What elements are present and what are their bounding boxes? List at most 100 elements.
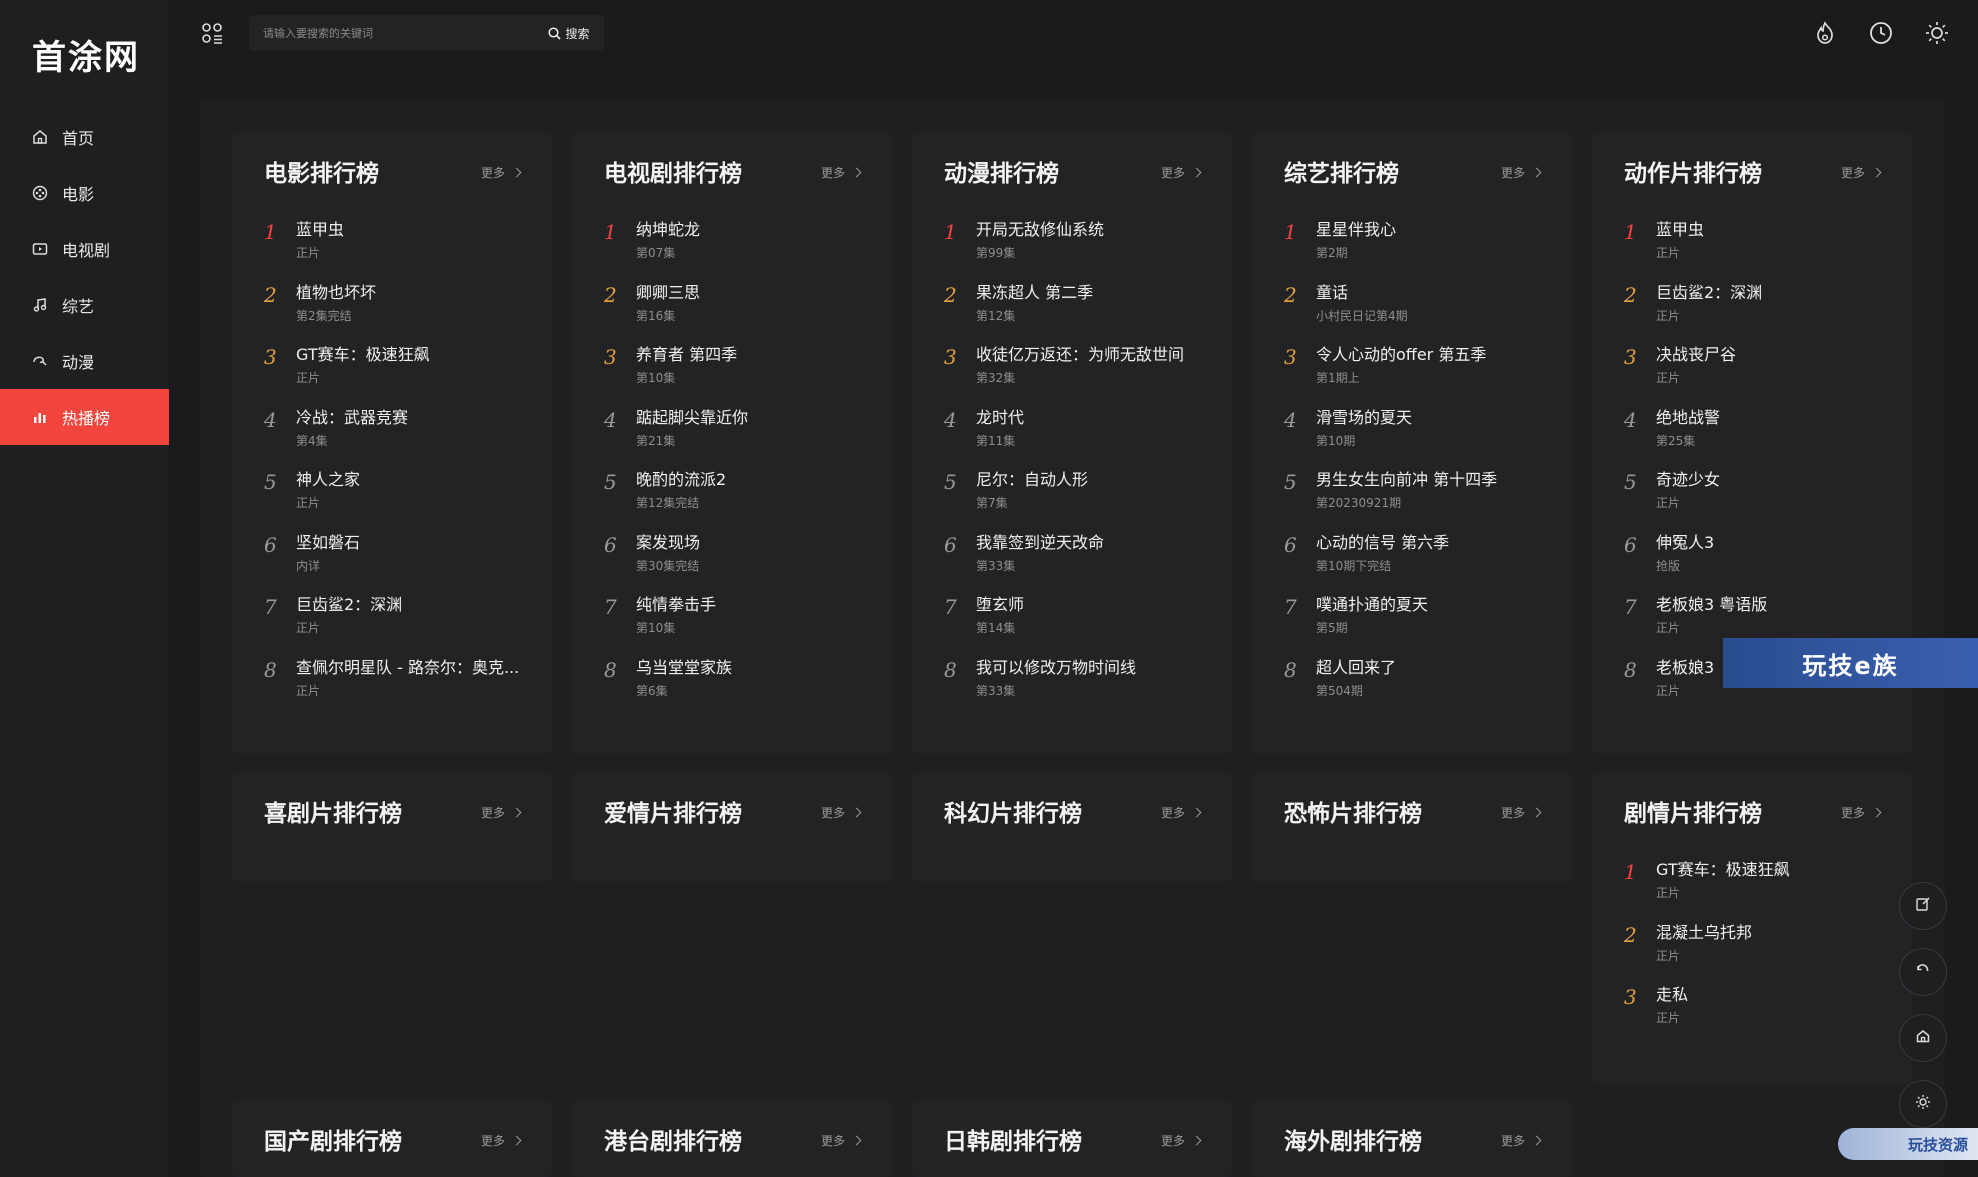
card-title: 综艺排行榜 [1284,161,1399,187]
list-item[interactable]: 4 踮起脚尖靠近你 第21集 [604,404,874,467]
edit-button[interactable] [1899,882,1947,930]
list-item[interactable]: 8 乌当堂堂家族 第6集 [604,654,874,717]
list-item[interactable]: 7 巨齿鲨2：深渊 正片 [264,591,534,654]
more-link[interactable]: 更多 [1501,804,1542,821]
refresh-button[interactable] [1899,948,1947,996]
list-item[interactable]: 7 堕玄师 第14集 [944,591,1214,654]
chart-icon [32,409,48,425]
list-item[interactable]: 2 植物也坏坏 第2集完结 [264,279,534,342]
card-title: 剧情片排行榜 [1624,801,1762,827]
list-item[interactable]: 3 决战丧尸谷 正片 [1624,341,1894,404]
card-title: 电视剧排行榜 [604,161,742,187]
list-item[interactable]: 5 晚酌的流派2 第12集完结 [604,466,874,529]
chevron-right-icon [851,807,862,818]
more-link[interactable]: 更多 [481,804,522,821]
nav-item-variety[interactable]: 综艺 [0,277,169,333]
more-link[interactable]: 更多 [1501,1132,1542,1149]
film-icon [32,185,48,201]
nav-item-label: 动漫 [62,353,95,372]
theme-toggle-button[interactable] [1899,1080,1947,1128]
card-title: 港台剧排行榜 [604,1129,742,1155]
ranking-card: 海外剧排行榜 更多 [1252,1100,1572,1177]
more-link[interactable]: 更多 [481,164,522,181]
list-item[interactable]: 3 走私 正片 [1624,981,1894,1044]
category-grid-icon[interactable] [200,21,224,45]
home-button[interactable] [1899,1014,1947,1062]
more-link[interactable]: 更多 [1161,164,1202,181]
list-item[interactable]: 1 纳坤蛇龙 第07集 [604,216,874,279]
list-item[interactable]: 2 果冻超人 第二季 第12集 [944,279,1214,342]
chevron-right-icon [1871,167,1882,178]
list-item[interactable]: 2 卿卿三思 第16集 [604,279,874,342]
main-content: 电影排行榜 更多 1 蓝甲虫 正片 2 植物也坏坏 第2集完结 3 GT赛车：极速狂飙 正片… [200,100,1945,1177]
list-item[interactable]: 2 巨齿鲨2：深渊 正片 [1624,279,1894,342]
chevron-right-icon [1191,1135,1202,1146]
nav-item-movie[interactable]: 电影 [0,165,169,221]
list-item[interactable]: 2 童话 小村民日记第4期 [1284,279,1554,342]
more-link[interactable]: 更多 [821,1132,862,1149]
list-item[interactable]: 3 收徒亿万返还：为师无敌世间 第32集 [944,341,1214,404]
list-item[interactable]: 4 龙时代 第11集 [944,404,1214,467]
chevron-right-icon [511,1135,522,1146]
list-item[interactable]: 7 纯情拳击手 第10集 [604,591,874,654]
ranking-card: 综艺排行榜 更多 1 星星伴我心 第2期 2 童话 小村民日记第4期 3 令人心动的off… [1252,132,1572,754]
nav-item-anime[interactable]: 动漫 [0,333,169,389]
list-item[interactable]: 3 养育者 第四季 第10集 [604,341,874,404]
more-link[interactable]: 更多 [1841,804,1882,821]
ranking-card: 剧情片排行榜 更多 1 GT赛车：极速狂飙 正片 2 混凝土乌托邦 正片 3 走私 正片 [1592,772,1912,1084]
list-item[interactable]: 6 伸冤人3 抢版 [1624,529,1894,592]
chevron-right-icon [851,167,862,178]
list-item[interactable]: 3 GT赛车：极速狂飙 正片 [264,341,534,404]
ranking-list: 1 蓝甲虫 正片 2 植物也坏坏 第2集完结 3 GT赛车：极速狂飙 正片 4 冷战：武器竞赛… [264,216,534,716]
fire-icon[interactable] [1810,18,1840,48]
list-item[interactable]: 1 开局无敌修仙系统 第99集 [944,216,1214,279]
list-item[interactable]: 3 令人心动的offer 第五季 第1期上 [1284,341,1554,404]
site-logo[interactable]: 首涂网 [32,30,140,79]
list-item[interactable]: 8 我可以修改万物时间线 第33集 [944,654,1214,717]
list-item[interactable]: 6 坚如磐石 内详 [264,529,534,592]
search-input[interactable] [249,15,539,51]
history-icon[interactable] [1866,18,1896,48]
nav-item-home[interactable]: 首页 [0,109,169,165]
list-item[interactable]: 8 查佩尔明星队 - 路奈尔：奥克... 正片 [264,654,534,717]
list-item[interactable]: 8 超人回来了 第504期 [1284,654,1554,717]
list-item[interactable]: 4 绝地战警 第25集 [1624,404,1894,467]
more-link[interactable]: 更多 [481,1132,522,1149]
more-link[interactable]: 更多 [821,804,862,821]
list-item[interactable]: 1 GT赛车：极速狂飙 正片 [1624,856,1894,919]
list-item[interactable]: 6 案发现场 第30集完结 [604,529,874,592]
music-icon [32,297,48,313]
nav-item-label: 综艺 [62,297,95,316]
more-link[interactable]: 更多 [821,164,862,181]
home-icon [1915,1028,1931,1048]
list-item[interactable]: 6 心动的信号 第六季 第10期下完结 [1284,529,1554,592]
nav-item-hot[interactable]: 热播榜 [0,389,169,445]
watermark-banner[interactable]: 玩技e族 [1723,638,1978,688]
more-link[interactable]: 更多 [1161,1132,1202,1149]
list-item[interactable]: 5 神人之家 正片 [264,466,534,529]
list-item[interactable]: 6 我靠签到逆天改命 第33集 [944,529,1214,592]
ranking-list: 1 开局无敌修仙系统 第99集 2 果冻超人 第二季 第12集 3 收徒亿万返还：为师无敌… [944,216,1214,716]
more-link[interactable]: 更多 [1501,164,1542,181]
list-item[interactable]: 1 蓝甲虫 正片 [1624,216,1894,279]
list-item[interactable]: 1 蓝甲虫 正片 [264,216,534,279]
edit-icon [1915,896,1931,916]
sun-icon[interactable] [1922,18,1952,48]
list-item[interactable]: 5 尼尔：自动人形 第7集 [944,466,1214,529]
chevron-right-icon [1531,167,1542,178]
more-link[interactable]: 更多 [1841,164,1882,181]
list-item[interactable]: 4 滑雪场的夏天 第10期 [1284,404,1554,467]
card-title: 爱情片排行榜 [604,801,742,827]
search-button[interactable]: 搜索 [534,15,604,51]
nav-item-tv[interactable]: 电视剧 [0,221,169,277]
list-item[interactable]: 5 男生女生向前冲 第十四季 第20230921期 [1284,466,1554,529]
list-item[interactable]: 1 星星伴我心 第2期 [1284,216,1554,279]
list-item[interactable]: 2 混凝土乌托邦 正片 [1624,919,1894,982]
list-item[interactable]: 4 冷战：武器竞赛 第4集 [264,404,534,467]
list-item[interactable]: 7 噗通扑通的夏天 第5期 [1284,591,1554,654]
card-title: 日韩剧排行榜 [944,1129,1082,1155]
corner-watermark[interactable]: 玩技资源 [1838,1128,1978,1160]
list-item[interactable]: 5 奇迹少女 正片 [1624,466,1894,529]
card-title: 恐怖片排行榜 [1284,801,1422,827]
more-link[interactable]: 更多 [1161,804,1202,821]
